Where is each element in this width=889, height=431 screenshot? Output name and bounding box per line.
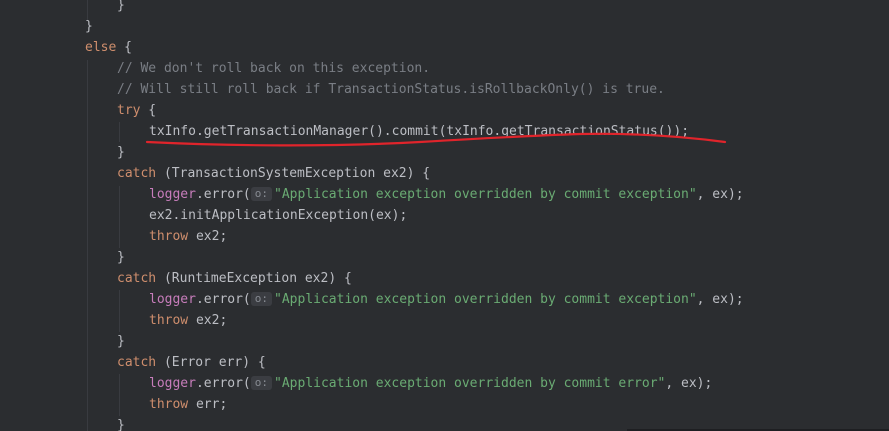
code-editor[interactable]: } } else { // We don't roll back on this…	[0, 0, 889, 431]
red-underline-annotation	[145, 132, 727, 147]
annotation-stroke	[145, 132, 727, 147]
